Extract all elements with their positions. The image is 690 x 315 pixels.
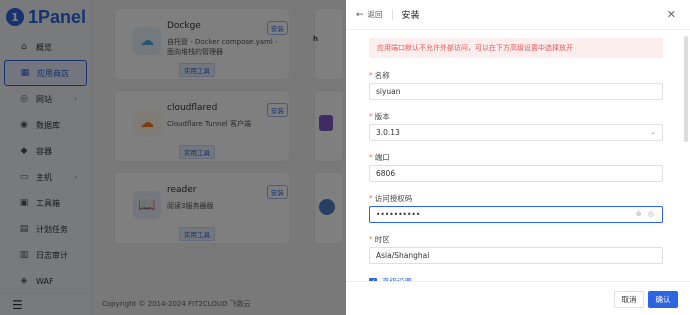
version-label: * 版本 [369, 112, 390, 121]
timezone-input[interactable]: Asia/Shanghai [369, 247, 663, 264]
version-value: 3.0.13 [376, 128, 400, 137]
confirm-button[interactable]: 确认 [648, 291, 678, 308]
back-button[interactable]: ← 返回 [356, 9, 383, 20]
chevron-down-icon: ⌄ [650, 128, 656, 136]
scrollbar[interactable] [684, 36, 688, 142]
arrow-left-icon: ← [356, 9, 364, 20]
port-label: * 端口 [369, 153, 390, 162]
version-select[interactable]: 3.0.13 ⌄ [369, 124, 663, 141]
access-code-value: •••••••••• [376, 210, 421, 219]
install-drawer: ← 返回 安装 ✕ 应用端口默认不允许外部访问，可以在下方高级设置中选择放开 *… [346, 0, 690, 315]
header-divider [391, 9, 393, 20]
password-toggle-icon[interactable]: ⊗ ◎ [636, 210, 656, 218]
back-label: 返回 [367, 10, 383, 19]
close-icon[interactable]: ✕ [667, 8, 676, 21]
name-input[interactable]: siyuan [369, 83, 663, 100]
name-label: * 名称 [369, 71, 390, 80]
drawer-title: 安装 [401, 11, 420, 21]
drawer-header: ← 返回 安装 ✕ [346, 0, 690, 30]
drawer-footer: 取消 确认 [346, 281, 690, 315]
access-code-label: * 访问授权码 [369, 194, 413, 203]
port-warning-alert: 应用端口默认不允许外部访问，可以在下方高级设置中选择放开 [369, 38, 663, 58]
timezone-label: * 时区 [369, 235, 390, 244]
port-input[interactable]: 6806 [369, 165, 663, 182]
cancel-button[interactable]: 取消 [614, 291, 644, 308]
access-code-input[interactable]: •••••••••• ⊗ ◎ [369, 206, 663, 223]
